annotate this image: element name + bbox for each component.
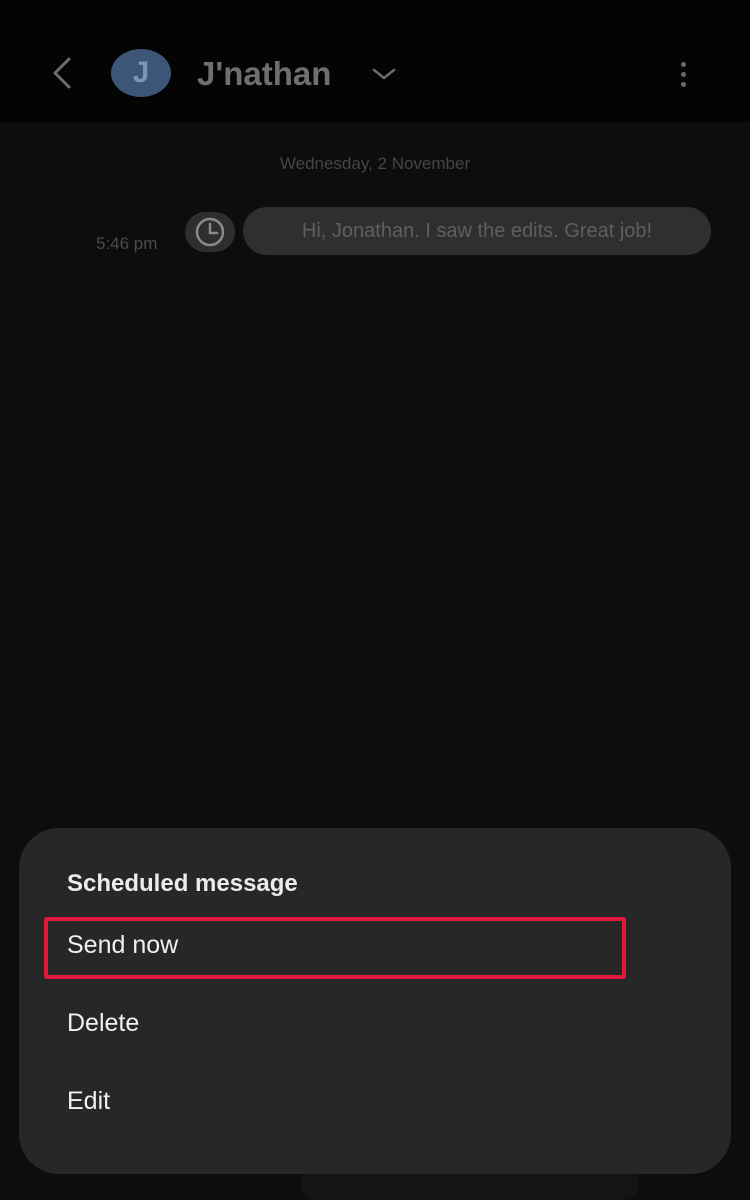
back-button[interactable]	[40, 48, 84, 98]
clock-icon	[195, 217, 225, 247]
more-options-button[interactable]	[664, 52, 702, 96]
date-separator: Wednesday, 2 November	[279, 154, 471, 173]
chevron-down-icon	[372, 68, 396, 80]
avatar[interactable]: J	[111, 49, 171, 97]
avatar-initial: J	[132, 56, 150, 89]
delete-menu-item[interactable]: Delete	[67, 1009, 139, 1038]
edit-menu-item[interactable]: Edit	[67, 1087, 110, 1116]
screen: J J'nathan Wednesday, 2 November 5:46 pm…	[0, 0, 750, 1200]
conversation-header: J J'nathan	[0, 0, 750, 122]
message-bubble[interactable]: Hi, Jonathan. I saw the edits. Great job…	[243, 207, 711, 255]
back-arrow-icon	[53, 57, 71, 89]
send-now-menu-item[interactable]: Send now	[67, 931, 178, 960]
scheduled-status-button[interactable]	[185, 212, 235, 252]
contact-dropdown-button[interactable]	[370, 62, 398, 86]
contact-name[interactable]: J'nathan	[197, 52, 331, 96]
menu-title: Scheduled message	[67, 870, 298, 897]
scheduled-message-menu: Scheduled message Send now Delete Edit	[19, 828, 731, 1174]
message-time: 5:46 pm	[96, 234, 158, 253]
more-options-icon	[680, 61, 686, 67]
